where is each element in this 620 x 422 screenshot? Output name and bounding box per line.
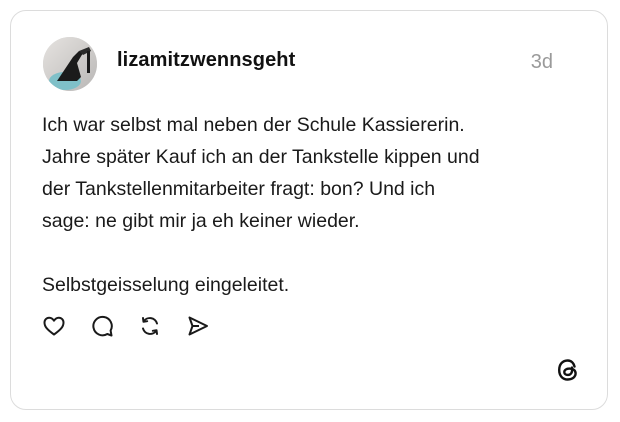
post-line: Jahre später Kauf ich an der Tankstelle … <box>42 146 480 168</box>
threads-logo-icon <box>555 357 581 383</box>
avatar-image <box>43 37 97 91</box>
repost-icon[interactable] <box>137 313 163 339</box>
action-bar <box>41 313 211 339</box>
avatar[interactable] <box>43 37 97 91</box>
username[interactable]: lizamitzwennsgeht <box>117 49 295 72</box>
share-icon[interactable] <box>185 313 211 339</box>
post-card: lizamitzwennsgeht 3d Ich war selbst mal … <box>10 10 608 410</box>
post-timestamp: 3d <box>530 51 553 73</box>
post-body: Ich war selbst mal neben der Schule Kass… <box>42 109 582 301</box>
post-line: der Tankstellenmitarbeiter fragt: bon? U… <box>42 178 436 200</box>
post-closing-line: Selbstgeisselung eingeleitet. <box>42 274 290 296</box>
heart-icon[interactable] <box>41 313 67 339</box>
post-line: sage: ne gibt mir ja eh keiner wieder. <box>42 210 360 232</box>
post-line: Ich war selbst mal neben der Schule Kass… <box>42 114 465 136</box>
comment-icon[interactable] <box>89 313 115 339</box>
